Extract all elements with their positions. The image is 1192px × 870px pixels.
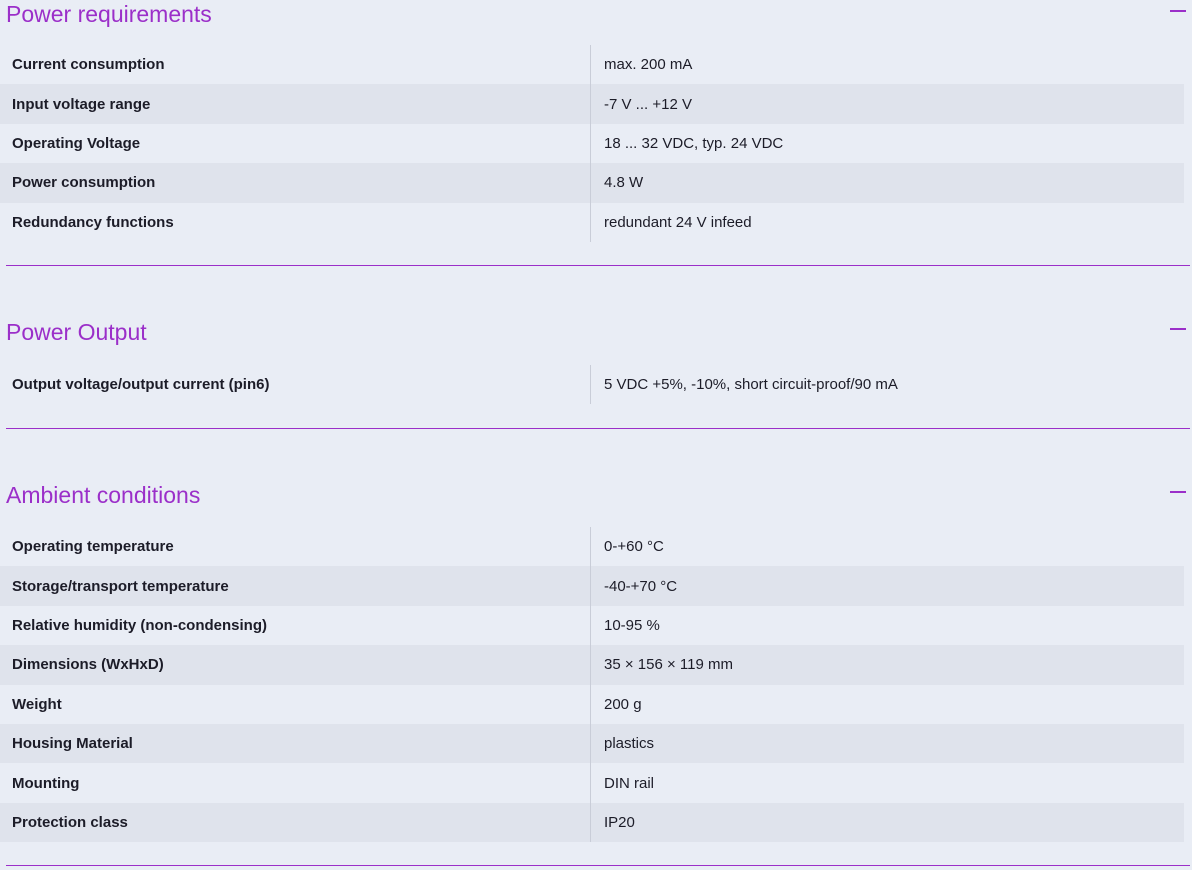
section-power-output: Power Output (6, 318, 1190, 346)
section-title: Power Output (6, 319, 147, 345)
spec-label: Relative humidity (non-condensing) (0, 605, 591, 646)
table-row: Power consumption 4.8 W (0, 163, 1184, 203)
section-divider (6, 865, 1190, 866)
table-row: Mounting DIN rail (0, 763, 1184, 803)
spec-value: max. 200 mA (604, 56, 693, 74)
section-header[interactable]: Power Output (6, 318, 1190, 346)
spec-label: Weight (0, 684, 591, 724)
section-header[interactable]: Ambient conditions (6, 481, 1190, 509)
table-row: Input voltage range -7 V ... +12 V (0, 84, 1184, 124)
table-row: Redundancy functions redundant 24 V infe… (0, 202, 1184, 242)
spec-label: Current consumption (0, 45, 591, 85)
spec-value: 5 VDC +5%, -10%, short circuit-proof/90 … (604, 376, 898, 394)
minus-icon[interactable] (1170, 491, 1186, 493)
spec-value: DIN rail (604, 774, 655, 792)
spec-label: Power consumption (0, 163, 591, 203)
spec-label: Dimensions (WxHxD) (0, 645, 591, 685)
table-row: Current consumption max. 200 mA (0, 45, 1184, 85)
spec-label: Operating temperature (0, 527, 591, 567)
section-divider (6, 265, 1190, 266)
table-row: Operating Voltage 18 ... 32 VDC, typ. 24… (0, 123, 1184, 164)
spec-label: Input voltage range (0, 84, 591, 124)
spec-value: 10-95 % (604, 616, 660, 634)
section-header[interactable]: Power requirements (6, 0, 1190, 28)
table-row: Housing Material plastics (0, 723, 1184, 764)
section-divider (6, 428, 1190, 429)
spec-label: Mounting (0, 763, 591, 803)
spec-value: 35 × 156 × 119 mm (604, 656, 733, 674)
spec-label: Operating Voltage (0, 123, 591, 164)
spec-table-power-output: Output voltage/output current (pin6) 5 V… (0, 365, 1184, 405)
spec-value: 4.8 W (604, 174, 644, 192)
minus-icon[interactable] (1170, 10, 1186, 12)
table-row: Operating temperature 0-+60 °C (0, 527, 1184, 567)
section-ambient-conditions: Ambient conditions (6, 481, 1190, 509)
spec-value: redundant 24 V infeed (604, 213, 752, 231)
spec-value: 18 ... 32 VDC, typ. 24 VDC (604, 134, 784, 152)
section-power-requirements: Power requirements (6, 0, 1190, 28)
spec-label: Output voltage/output current (pin6) (0, 365, 591, 405)
table-row: Storage/transport temperature -40-+70 °C (0, 566, 1184, 606)
table-row: Weight 200 g (0, 684, 1184, 724)
table-row: Protection class IP20 (0, 802, 1184, 843)
spec-label: Storage/transport temperature (0, 566, 591, 606)
spec-value: -7 V ... +12 V (604, 95, 692, 113)
section-title: Power requirements (6, 1, 212, 27)
spec-table-ambient-conditions: Operating temperature 0-+60 °C Storage/t… (0, 527, 1184, 843)
table-row: Output voltage/output current (pin6) 5 V… (0, 365, 1184, 405)
spec-value: IP20 (604, 813, 635, 831)
minus-icon[interactable] (1170, 328, 1186, 330)
spec-value: 200 g (604, 695, 642, 713)
section-title: Ambient conditions (6, 482, 201, 508)
spec-label: Redundancy functions (0, 202, 591, 242)
spec-label: Housing Material (0, 723, 591, 764)
table-row: Relative humidity (non-condensing) 10-95… (0, 605, 1184, 646)
spec-value: -40-+70 °C (604, 577, 678, 595)
spec-value: plastics (604, 735, 655, 753)
spec-table-power-requirements: Current consumption max. 200 mA Input vo… (0, 45, 1184, 242)
spec-value: 0-+60 °C (604, 538, 664, 556)
spec-label: Protection class (0, 802, 591, 843)
table-row: Dimensions (WxHxD) 35 × 156 × 119 mm (0, 645, 1184, 685)
